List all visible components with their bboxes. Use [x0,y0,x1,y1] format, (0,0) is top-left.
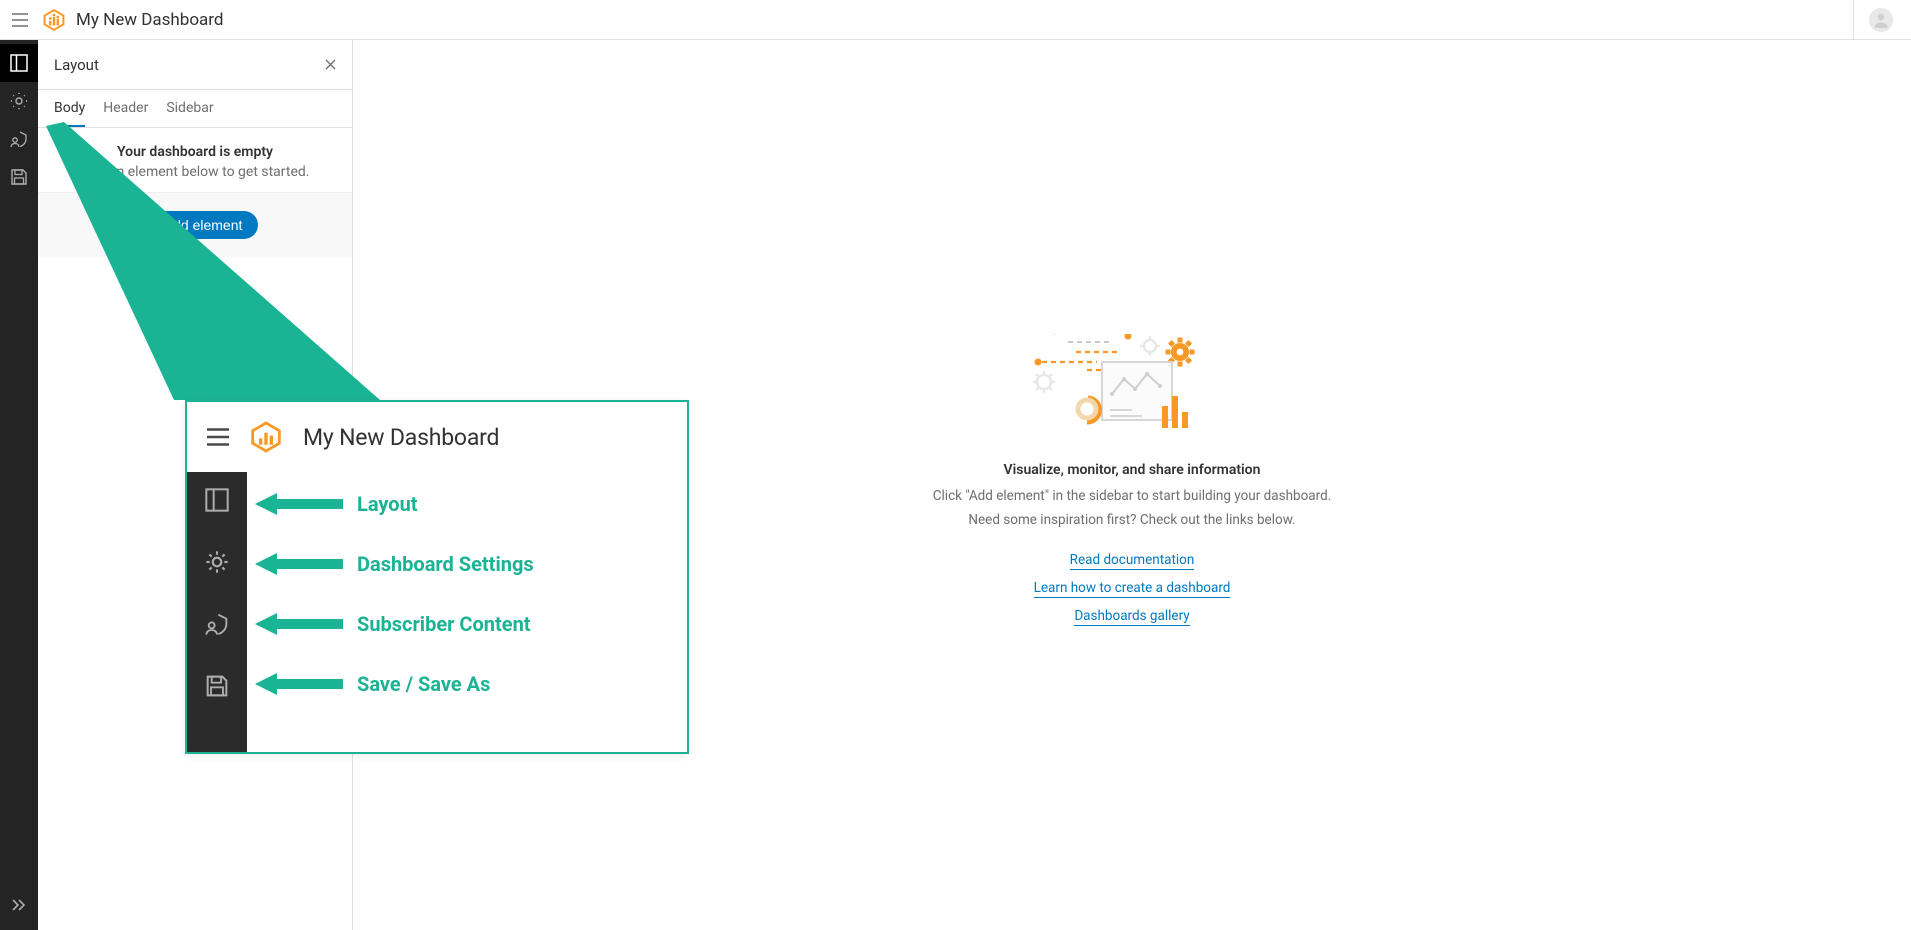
annotation-callout: My New Dashboard Layout Dashboar [185,400,689,754]
hamburger-icon [12,13,28,27]
callout-row-subscriber: Subscriber Content [247,612,687,636]
gear-icon [10,92,28,110]
callout-label-layout: Layout [357,492,418,516]
callout-rail [187,472,247,752]
rail-layout[interactable] [0,44,38,82]
callout-gear-icon [203,548,231,576]
avatar[interactable] [1869,8,1893,32]
callout-row-settings: Dashboard Settings [247,552,687,576]
plus-icon: + [148,217,156,233]
callout-label-settings: Dashboard Settings [357,552,534,576]
callout-row-layout: Layout [247,492,687,516]
save-icon [10,168,28,186]
callout-title: My New Dashboard [303,424,499,451]
close-icon [325,59,336,70]
chevrons-right-icon [11,898,27,912]
empty-state-illustration-icon [1032,334,1232,434]
link-read-docs[interactable]: Read documentation [1070,552,1195,570]
panel-close-button[interactable] [325,59,336,70]
empty-subtitle: Add an element below to get started. [48,164,342,180]
callout-labels: Layout Dashboard Settings Subscriber Con… [247,472,687,752]
callout-header: My New Dashboard [187,402,687,472]
subscriber-icon [10,130,28,148]
tab-header[interactable]: Header [103,91,148,127]
empty-title: Your dashboard is empty [48,144,342,160]
callout-layout-icon [203,486,231,514]
callout-logo-icon [249,420,283,454]
rail-expand[interactable] [0,886,38,924]
callout-save-icon [203,672,231,700]
panel-title: Layout [54,56,99,74]
page-title: My New Dashboard [76,10,223,30]
callout-hamburger-icon [207,428,229,446]
callout-body: Layout Dashboard Settings Subscriber Con… [187,472,687,752]
user-icon [1872,11,1890,29]
panel-header: Layout [38,40,352,90]
top-header: My New Dashboard [0,0,1911,40]
canvas-empty-body1: Click "Add element" in the sidebar to st… [933,486,1332,506]
callout-label-save: Save / Save As [357,672,490,696]
rail-settings[interactable] [0,82,38,120]
rail-save[interactable] [0,158,38,196]
link-learn[interactable]: Learn how to create a dashboard [1034,580,1231,598]
app-logo-icon [42,8,66,32]
panel-empty-message: Your dashboard is empty Add an element b… [38,128,352,193]
arrow-left-icon [255,493,343,515]
callout-row-save: Save / Save As [247,672,687,696]
panel-tabs: Body Header Sidebar [38,90,352,128]
canvas-empty-title: Visualize, monitor, and share informatio… [933,462,1332,478]
hamburger-button[interactable] [8,8,32,32]
arrow-left-icon [255,553,343,575]
add-element-button[interactable]: + Add element [132,211,259,239]
add-element-label: Add element [164,217,243,233]
arrow-left-icon [255,673,343,695]
add-element-area: + Add element [38,193,352,257]
layout-icon [10,54,28,72]
callout-label-subscriber: Subscriber Content [357,612,531,636]
callout-subscriber-icon [203,610,231,638]
canvas-empty-state: Visualize, monitor, and share informatio… [933,334,1332,637]
tab-body[interactable]: Body [54,91,85,127]
rail-subscriber[interactable] [0,120,38,158]
tab-sidebar[interactable]: Sidebar [166,91,213,127]
arrow-left-icon [255,613,343,635]
canvas-empty-body2: Need some inspiration first? Check out t… [933,510,1332,530]
user-area [1853,0,1903,39]
link-gallery[interactable]: Dashboards gallery [1074,608,1189,626]
canvas-links: Read documentation Learn how to create a… [933,552,1332,626]
icon-rail [0,40,38,930]
